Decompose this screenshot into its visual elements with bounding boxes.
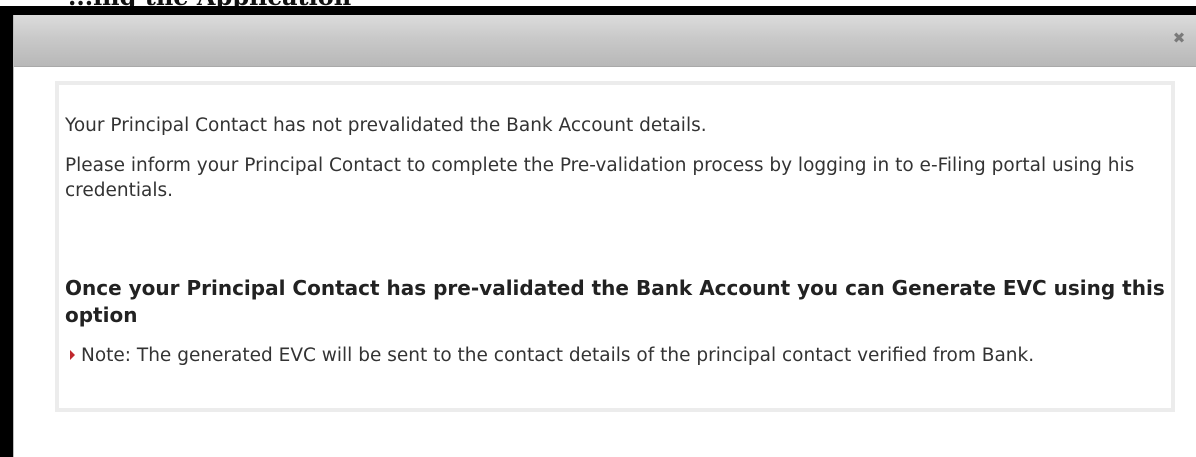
modal-dialog: ✖ Your Principal Contact has not prevali… bbox=[13, 15, 1196, 457]
close-icon[interactable]: ✖ bbox=[1170, 29, 1188, 47]
page: ...ing the Application ✖ Your Principal … bbox=[0, 0, 1196, 457]
evc-instruction: Once your Principal Contact has pre-vali… bbox=[65, 276, 1165, 327]
note-item: Note: The generated EVC will be sent to … bbox=[65, 343, 1165, 368]
note-text: Note: The generated EVC will be sent to … bbox=[81, 345, 1035, 366]
message-line-1: Your Principal Contact has not prevalida… bbox=[65, 115, 707, 136]
window-frame-top bbox=[0, 6, 1196, 15]
message-line-2: Please inform your Principal Contact to … bbox=[65, 155, 1135, 201]
message-panel: Your Principal Contact has not prevalida… bbox=[55, 81, 1175, 412]
caret-right-icon bbox=[70, 350, 75, 360]
window-frame-left bbox=[0, 6, 13, 457]
dialog-titlebar: ✖ bbox=[14, 15, 1196, 67]
